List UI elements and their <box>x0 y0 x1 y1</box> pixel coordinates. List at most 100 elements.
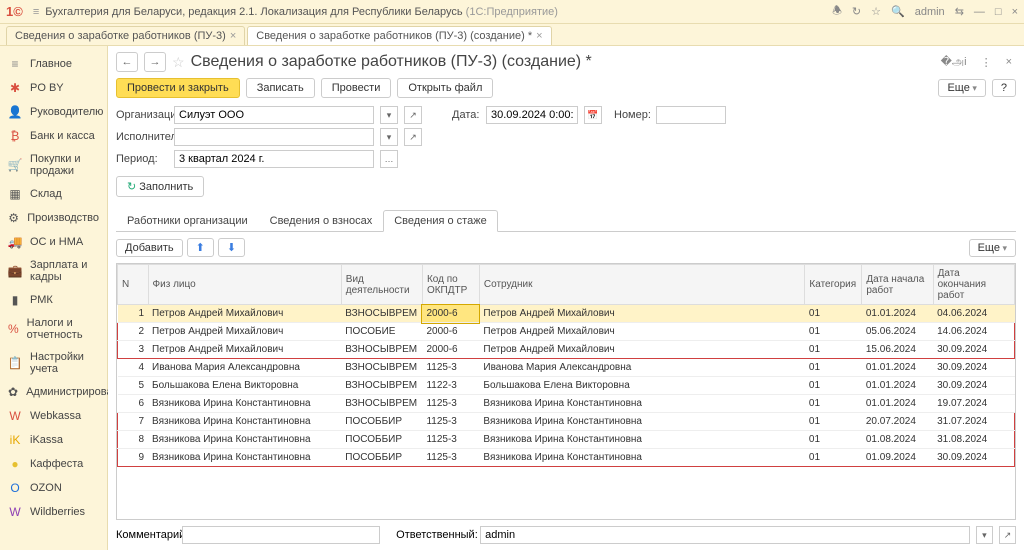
post-and-close-button[interactable]: Провести и закрыть <box>116 78 240 98</box>
cell[interactable]: Вязникова Ирина Константиновна <box>148 431 341 449</box>
sidebar-item-4[interactable]: 🛒Покупки и продажи <box>0 148 107 182</box>
sidebar-item-7[interactable]: 🚚ОС и НМА <box>0 230 107 254</box>
date-input[interactable] <box>486 106 578 124</box>
org-dropdown-icon[interactable]: ▾ <box>380 106 398 124</box>
post-button[interactable]: Провести <box>321 78 392 98</box>
sidebar-item-17[interactable]: WWildberries <box>0 500 107 524</box>
fill-button[interactable]: ↻ Заполнить <box>116 176 204 197</box>
settings-icon[interactable]: ⇆ <box>955 5 964 18</box>
cell[interactable]: 01 <box>805 305 862 323</box>
col-header[interactable]: Дата окончания работ <box>933 265 1014 305</box>
cell[interactable]: ПОСОББИР <box>341 449 422 467</box>
cell[interactable]: 04.06.2024 <box>933 305 1014 323</box>
sidebar-item-14[interactable]: iKiKassa <box>0 428 107 452</box>
cell[interactable]: 2000-6 <box>422 341 479 359</box>
org-open-icon[interactable]: ↗ <box>404 106 422 124</box>
sidebar-item-15[interactable]: ●Каффеста <box>0 452 107 476</box>
move-up-button[interactable]: ⬆ <box>187 238 214 257</box>
search-icon[interactable]: 🔍 <box>891 5 905 18</box>
cell[interactable]: 1125-3 <box>422 395 479 413</box>
table-row[interactable]: 6Вязникова Ирина КонстантиновнаВЗНОСЫВРЕ… <box>118 395 1015 413</box>
cell[interactable]: Петров Андрей Михайлович <box>148 305 341 323</box>
cell[interactable]: Петров Андрей Михайлович <box>479 323 805 341</box>
nav-fwd-button[interactable]: → <box>144 52 166 72</box>
cell[interactable]: Иванова Мария Александровна <box>148 359 341 377</box>
cell[interactable]: 01 <box>805 395 862 413</box>
cell[interactable]: 30.09.2024 <box>933 359 1014 377</box>
history-icon[interactable]: ↻ <box>852 5 861 18</box>
table-row[interactable]: 2Петров Андрей МихайловичПОСОБИЕ2000-6Пе… <box>118 323 1015 341</box>
cell[interactable]: ПОСОБИЕ <box>341 323 422 341</box>
cell[interactable]: 9 <box>118 449 149 467</box>
cell[interactable]: 01.01.2024 <box>862 359 933 377</box>
cell[interactable]: 01 <box>805 377 862 395</box>
col-header[interactable]: Вид деятельности <box>341 265 422 305</box>
menu-icon[interactable]: ≡ <box>33 6 39 18</box>
cell[interactable]: 3 <box>118 341 149 359</box>
cell[interactable]: 30.09.2024 <box>933 449 1014 467</box>
executor-dropdown-icon[interactable]: ▾ <box>380 128 398 146</box>
open-file-button[interactable]: Открыть файл <box>397 78 493 98</box>
col-header[interactable]: Категория <box>805 265 862 305</box>
sidebar-item-16[interactable]: OOZON <box>0 476 107 500</box>
cell[interactable]: 31.08.2024 <box>933 431 1014 449</box>
table-row[interactable]: 1Петров Андрей МихайловичВЗНОСЫВРЕМ2000-… <box>118 305 1015 323</box>
cell[interactable]: 01.08.2024 <box>862 431 933 449</box>
cell[interactable]: 1125-3 <box>422 359 479 377</box>
org-input[interactable] <box>174 106 374 124</box>
cell[interactable]: 01.01.2024 <box>862 395 933 413</box>
cell[interactable]: Вязникова Ирина Константиновна <box>479 413 805 431</box>
sidebar-item-3[interactable]: ₿Банк и касса <box>0 124 107 148</box>
sidebar-item-10[interactable]: %Налоги и отчетность <box>0 312 107 346</box>
close-icon[interactable]: × <box>1012 6 1018 18</box>
cell[interactable]: Вязникова Ирина Константиновна <box>148 413 341 431</box>
cell[interactable]: 1 <box>118 305 149 323</box>
bell-icon[interactable]: 🕭 <box>832 2 842 21</box>
cell[interactable]: Вязникова Ирина Константиновна <box>479 431 805 449</box>
period-select-icon[interactable]: … <box>380 150 398 168</box>
cell[interactable]: ПОСОББИР <box>341 431 422 449</box>
cell[interactable]: 05.06.2024 <box>862 323 933 341</box>
tab-workers[interactable]: Работники организации <box>116 210 259 232</box>
executor-open-icon[interactable]: ↗ <box>404 128 422 146</box>
link-icon[interactable]: �அi <box>937 55 971 70</box>
table-row[interactable]: 8Вязникова Ирина КонстантиновнаПОСОББИР1… <box>118 431 1015 449</box>
nav-back-button[interactable]: ← <box>116 52 138 72</box>
cell[interactable]: ВЗНОСЫВРЕМ <box>341 341 422 359</box>
responsible-open-icon[interactable]: ↗ <box>999 526 1016 544</box>
col-header[interactable]: Сотрудник <box>479 265 805 305</box>
cell[interactable]: 5 <box>118 377 149 395</box>
sidebar-item-13[interactable]: WWebkassa <box>0 404 107 428</box>
table-row[interactable]: 5Большакова Елена ВикторовнаВЗНОСЫВРЕМ11… <box>118 377 1015 395</box>
cell[interactable]: ВЗНОСЫВРЕМ <box>341 359 422 377</box>
favorite-icon[interactable]: ☆ <box>172 54 185 71</box>
calendar-icon[interactable]: 📅 <box>584 106 602 124</box>
cell[interactable]: 2 <box>118 323 149 341</box>
col-header[interactable]: Физ лицо <box>148 265 341 305</box>
write-button[interactable]: Записать <box>246 78 315 98</box>
sidebar-item-11[interactable]: 📋Настройки учета <box>0 346 107 380</box>
tab-experience[interactable]: Сведения о стаже <box>383 210 498 232</box>
minimize-icon[interactable]: — <box>974 6 985 18</box>
close-icon[interactable]: × <box>230 30 236 42</box>
cell[interactable]: 01 <box>805 413 862 431</box>
cell[interactable]: ПОСОББИР <box>341 413 422 431</box>
cell[interactable]: Петров Андрей Михайлович <box>148 341 341 359</box>
table-row[interactable]: 7Вязникова Ирина КонстантиновнаПОСОББИР1… <box>118 413 1015 431</box>
add-row-button[interactable]: Добавить <box>116 239 183 257</box>
table-row[interactable]: 9Вязникова Ирина КонстантиновнаПОСОББИР1… <box>118 449 1015 467</box>
cell[interactable]: Вязникова Ирина Константиновна <box>479 395 805 413</box>
cell[interactable]: ВЗНОСЫВРЕМ <box>341 395 422 413</box>
responsible-dropdown-icon[interactable]: ▾ <box>976 526 993 544</box>
cell[interactable]: 2000-6 <box>422 305 479 323</box>
col-header[interactable]: Дата начала работ <box>862 265 933 305</box>
sidebar-item-0[interactable]: ≡Главное <box>0 52 107 76</box>
sidebar-item-12[interactable]: ✿Администрирование <box>0 380 107 404</box>
cell[interactable]: 8 <box>118 431 149 449</box>
options-icon[interactable]: ⋮ <box>977 56 996 69</box>
comment-input[interactable] <box>182 526 380 544</box>
doc-tab-0[interactable]: Сведения о заработке работников (ПУ-3)× <box>6 26 245 45</box>
table-row[interactable]: 4Иванова Мария АлександровнаВЗНОСЫВРЕМ11… <box>118 359 1015 377</box>
doc-tab-1[interactable]: Сведения о заработке работников (ПУ-3) (… <box>247 26 551 45</box>
cell[interactable]: 30.09.2024 <box>933 377 1014 395</box>
